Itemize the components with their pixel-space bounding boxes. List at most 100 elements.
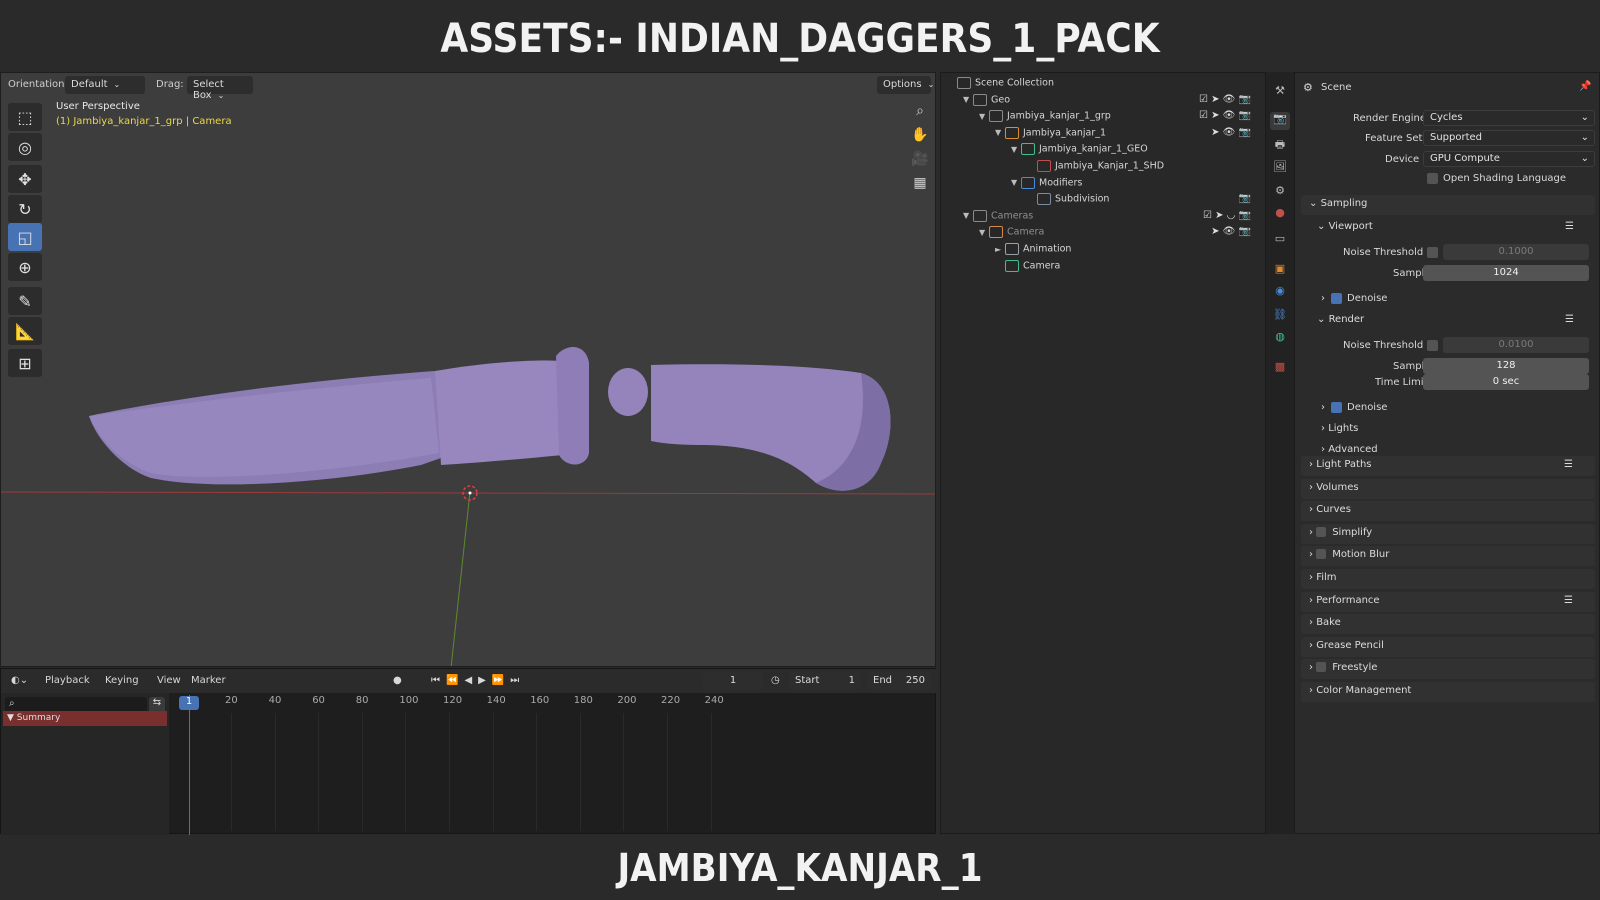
panel-enable-checkbox[interactable] (1316, 662, 1327, 673)
playhead-line[interactable] (189, 695, 190, 835)
outliner-row[interactable]: ▼ Modifiers (1011, 176, 1082, 193)
panel-header-film[interactable]: › Film (1301, 569, 1595, 589)
collection-tab-icon[interactable]: ▭ (1270, 232, 1290, 250)
playback-controls-icon[interactable]: ⏮⏪◀▶⏩⏭ (431, 675, 525, 686)
outliner-row[interactable]: ▼ Geo (963, 93, 1010, 110)
object-tab-icon[interactable]: ▣ (1270, 262, 1290, 280)
disclosure-triangle-icon[interactable]: ▼ (979, 228, 989, 237)
start-frame-field[interactable]: Start 1 (789, 672, 861, 690)
viewport-noise-threshold-checkbox[interactable] (1427, 247, 1438, 258)
outliner-row[interactable]: ► Animation (995, 243, 1071, 259)
disclosure-triangle-icon[interactable]: ▼ (1011, 145, 1021, 154)
advanced-subpanel-header[interactable]: › Advanced (1321, 444, 1378, 455)
constraints-tab-icon[interactable]: ⛓ (1270, 308, 1290, 326)
render-denoise-expander[interactable]: › (1321, 402, 1325, 413)
panel-header-bake[interactable]: › Bake (1301, 614, 1595, 635)
3d-viewport[interactable]: Orientation: Default ⌄ Drag: Select Box ⌄ … (0, 72, 936, 667)
viewport-subpanel-header[interactable]: ⌄ Viewport (1317, 221, 1373, 232)
outliner-row[interactable]: ▼ Jambiya_kanjar_1_grp (979, 110, 1111, 126)
render-noise-threshold-checkbox[interactable] (1427, 340, 1438, 351)
panel-enable-checkbox[interactable] (1316, 526, 1327, 537)
wrench-icon (1021, 176, 1035, 189)
outliner-row[interactable]: Subdivision (1027, 193, 1109, 209)
restriction-toggles-icon[interactable]: ➤ 👁 📷 (1211, 226, 1251, 237)
restriction-toggles-icon[interactable]: ➤ 👁 📷 (1211, 127, 1251, 138)
disclosure-triangle-icon[interactable]: ▼ (963, 95, 973, 104)
disclosure-triangle-icon[interactable]: ▼ (1011, 178, 1021, 187)
panel-header-motion-blur[interactable]: › Motion Blur (1301, 546, 1595, 567)
lights-subpanel-header[interactable]: › Lights (1321, 423, 1358, 434)
texture-tab-icon[interactable]: ▩ (1270, 360, 1290, 378)
output-tab-icon[interactable]: 🖶 (1270, 136, 1290, 154)
render-tab-icon[interactable]: 📷 (1270, 112, 1290, 130)
viewport-denoise-checkbox[interactable] (1331, 293, 1342, 304)
time-limit-field[interactable]: 0 sec (1423, 374, 1589, 390)
outliner-row[interactable]: Camera (995, 259, 1060, 276)
viewport-label: Viewport (1328, 221, 1373, 232)
disclosure-triangle-icon[interactable]: ▼ (963, 211, 973, 220)
disclosure-triangle-icon[interactable]: ▼ (979, 112, 989, 121)
restriction-toggles-icon[interactable]: 📷 (1239, 193, 1251, 204)
clock-icon[interactable]: ◷ (771, 675, 780, 686)
panel-header-curves[interactable]: › Curves (1301, 501, 1595, 522)
list-icon[interactable]: ☰ (1565, 221, 1574, 232)
panel-header-grease-pencil[interactable]: › Grease Pencil (1301, 636, 1595, 657)
menu-marker[interactable]: Marker (191, 675, 226, 686)
outliner-row[interactable]: ▼ Jambiya_kanjar_1_GEO (1011, 143, 1148, 159)
device-label: Device (1385, 154, 1420, 165)
render-subpanel-header[interactable]: ⌄ Render (1317, 314, 1364, 325)
render-denoise-checkbox[interactable] (1331, 402, 1342, 413)
list-icon[interactable]: ☰ (1565, 314, 1574, 325)
outliner-row[interactable]: Jambiya_Kanjar_1_SHD (1027, 160, 1164, 176)
timeline-editor[interactable]: ◐⌄ Playback Keying View Marker ● ⏮⏪◀▶⏩⏭ … (0, 668, 937, 835)
render-noise-threshold-field[interactable]: 0.0100 (1443, 337, 1589, 353)
restriction-toggles-icon[interactable]: ☑ ➤ ◡ 📷 (1203, 210, 1251, 221)
current-frame-field[interactable]: 1 (703, 672, 763, 690)
outliner-panel[interactable]: Scene Collection ▼ Geo ▼ Jambiya_kanjar_1_gr… (940, 72, 1266, 834)
sampling-panel-header[interactable]: ⌄ Sampling (1301, 195, 1595, 215)
device-select[interactable]: GPU Compute ⌄ (1423, 151, 1595, 167)
panel-header-light-paths[interactable]: › Light Paths ☰ (1301, 456, 1595, 476)
viewport-noise-threshold-field[interactable]: 0.1000 (1443, 244, 1589, 260)
outliner-row[interactable]: ▼ Camera (979, 226, 1044, 242)
disclosure-triangle-icon[interactable]: ▼ (995, 128, 1005, 137)
feature-set-select[interactable]: Supported ⌄ (1423, 130, 1595, 146)
playhead-frame-badge[interactable]: 1 (179, 696, 199, 710)
disclosure-triangle-icon[interactable]: ► (995, 245, 1005, 254)
data-tab-icon[interactable]: ◍ (1270, 330, 1290, 348)
end-frame-field[interactable]: End 250 (867, 672, 931, 690)
start-value: 1 (848, 675, 855, 686)
panel-header-volumes[interactable]: › Volumes (1301, 478, 1595, 499)
restriction-toggles-icon[interactable]: ☑ ➤ 👁 📷 (1199, 110, 1251, 121)
panel-enable-checkbox[interactable] (1316, 549, 1327, 560)
panel-header-freestyle[interactable]: › Freestyle (1301, 659, 1595, 680)
panel-header-color-management[interactable]: › Color Management (1301, 682, 1595, 702)
viewport-denoise-expander[interactable]: › (1321, 293, 1325, 304)
view-layer-tab-icon[interactable]: 🖼 (1270, 160, 1290, 178)
list-icon[interactable]: ☰ (1564, 459, 1573, 470)
scene-tab-icon[interactable]: ⚙ (1270, 184, 1290, 202)
render-engine-select[interactable]: Cycles ⌄ (1423, 110, 1595, 126)
panel-header-simplify[interactable]: › Simplify (1301, 523, 1595, 544)
restriction-toggles-icon[interactable]: ☑ ➤ 👁 📷 (1199, 94, 1251, 105)
outliner-row[interactable]: Scene Collection (947, 77, 1054, 93)
panel-header-performance[interactable]: › Performance ☰ (1301, 591, 1595, 612)
pin-icon[interactable]: 📌 (1579, 81, 1591, 92)
outliner-row[interactable]: ▼ Cameras (963, 209, 1033, 226)
outliner-row[interactable]: ▼ Jambiya_kanjar_1 (995, 126, 1106, 143)
physics-tab-icon[interactable]: ◉ (1270, 284, 1290, 302)
list-icon[interactable]: ☰ (1564, 595, 1573, 606)
ruler-grid-line (492, 713, 494, 831)
osl-checkbox[interactable] (1427, 173, 1438, 184)
tool-tab-icon[interactable]: ⚒ (1270, 84, 1290, 102)
record-icon[interactable]: ● (393, 675, 402, 686)
menu-keying[interactable]: Keying (105, 675, 139, 686)
world-tab-icon[interactable]: ● (1270, 206, 1290, 224)
editor-type-icon[interactable]: ◐⌄ (11, 675, 28, 686)
menu-playback[interactable]: Playback (45, 675, 90, 686)
properties-panel[interactable]: ⚙ Scene 📌 Render Engine Cycles ⌄ Feature … (1294, 72, 1600, 834)
render-samples-field[interactable]: 128 (1423, 358, 1589, 374)
summary-channel[interactable]: ▼ Summary (3, 711, 167, 726)
viewport-samples-field[interactable]: 1024 (1423, 265, 1589, 281)
menu-view[interactable]: View (157, 675, 181, 686)
